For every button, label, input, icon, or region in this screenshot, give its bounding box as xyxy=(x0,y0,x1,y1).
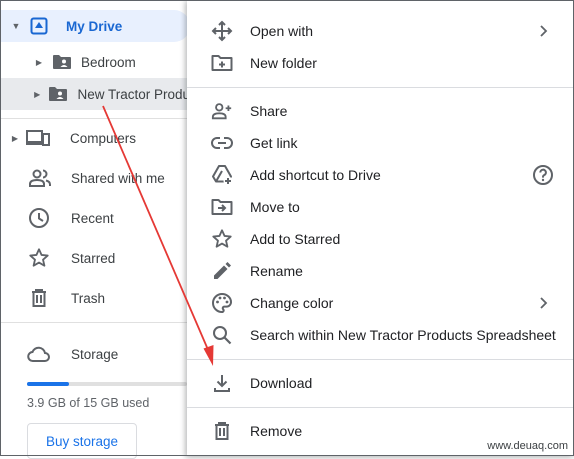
menu-item-label: Open with xyxy=(250,23,314,39)
menu-item-download[interactable]: Download xyxy=(187,367,574,399)
sidebar-item-label: Starred xyxy=(71,250,116,266)
menu-item-label: Change color xyxy=(250,295,334,311)
menu-item-label: Rename xyxy=(250,263,303,279)
storage-usage-text: 3.9 GB of 15 GB used xyxy=(27,396,150,410)
link-icon xyxy=(211,132,233,154)
menu-item-label: Download xyxy=(250,375,313,391)
storage-progress-bar xyxy=(27,382,187,386)
cloud-icon xyxy=(27,345,51,363)
add-person-icon xyxy=(211,100,233,122)
sidebar-item-label: Trash xyxy=(71,290,106,306)
sidebar-item-trash[interactable]: Trash xyxy=(0,282,190,314)
my-drive-label: My Drive xyxy=(66,18,123,34)
folder-label: New Tractor Produ xyxy=(77,86,190,102)
menu-item-move-to[interactable]: Move to xyxy=(187,191,574,223)
menu-item-add-to-starred[interactable]: Add to Starred xyxy=(187,223,574,255)
folder-row-bedroom[interactable]: ▶ Bedroom xyxy=(0,46,190,78)
chevron-right-icon xyxy=(532,20,554,42)
folder-label: Bedroom xyxy=(81,54,136,70)
menu-item-share[interactable]: Share xyxy=(187,95,574,127)
context-menu: Open with New folder Share Get link Add … xyxy=(187,0,574,456)
add-shortcut-icon xyxy=(211,164,233,186)
sidebar-item-shared-with-me[interactable]: Shared with me xyxy=(0,162,190,194)
computers-icon xyxy=(26,128,50,148)
drive-icon xyxy=(28,15,50,37)
star-icon xyxy=(28,247,50,269)
menu-item-label: Share xyxy=(250,103,288,119)
sidebar-item-recent[interactable]: Recent xyxy=(0,202,190,234)
menu-separator xyxy=(187,87,574,88)
caret-down-icon[interactable]: ▼ xyxy=(10,21,22,31)
move-arrows-icon xyxy=(211,20,233,42)
shared-with-me-icon xyxy=(28,168,52,188)
pencil-icon xyxy=(211,260,233,282)
search-icon xyxy=(211,324,233,346)
menu-item-label: Remove xyxy=(250,423,303,439)
menu-separator xyxy=(187,359,574,360)
sidebar-item-label: Recent xyxy=(71,210,114,226)
menu-item-label: Get link xyxy=(250,135,298,151)
menu-item-search-within[interactable]: Search within New Tractor Products Sprea… xyxy=(187,319,574,351)
storage-progress-fill xyxy=(27,382,69,386)
sidebar-divider xyxy=(0,322,190,323)
move-to-folder-icon xyxy=(211,196,233,218)
menu-item-open-with[interactable]: Open with xyxy=(187,15,574,47)
caret-right-icon[interactable]: ▶ xyxy=(34,58,44,67)
menu-item-label: New folder xyxy=(250,55,317,71)
sidebar-item-computers[interactable]: ▶ Computers xyxy=(0,122,190,154)
caret-right-icon[interactable]: ▶ xyxy=(34,90,40,99)
sidebar: ▼ My Drive ▶ Bedroom ▶ New Tractor Produ… xyxy=(0,0,190,459)
clock-icon xyxy=(28,207,50,229)
buy-storage-button[interactable]: Buy storage xyxy=(27,423,137,459)
download-icon xyxy=(211,372,233,394)
caret-right-icon[interactable]: ▶ xyxy=(10,134,20,143)
menu-separator xyxy=(187,407,574,408)
menu-item-new-folder[interactable]: New folder xyxy=(187,47,574,79)
sidebar-item-starred[interactable]: Starred xyxy=(0,242,190,274)
sidebar-item-label: Shared with me xyxy=(71,170,165,186)
watermark: www.deuaq.com xyxy=(487,440,568,452)
menu-item-change-color[interactable]: Change color xyxy=(187,287,574,319)
menu-item-get-link[interactable]: Get link xyxy=(187,127,574,159)
sidebar-item-label: Computers xyxy=(70,130,137,146)
menu-item-label: Move to xyxy=(250,199,300,215)
sidebar-item-storage[interactable]: Storage xyxy=(0,338,190,370)
new-folder-icon xyxy=(211,52,233,74)
trash-icon xyxy=(28,287,50,309)
menu-item-add-shortcut[interactable]: Add shortcut to Drive xyxy=(187,159,574,191)
storage-label: Storage xyxy=(71,346,119,362)
sidebar-divider xyxy=(0,118,190,119)
sidebar-item-my-drive[interactable]: ▼ My Drive xyxy=(0,10,190,42)
star-outline-icon xyxy=(211,228,233,250)
menu-item-label: Search within New Tractor Products Sprea… xyxy=(250,327,556,343)
menu-item-label: Add shortcut to Drive xyxy=(250,167,381,183)
folder-row-new-tractor[interactable]: ▶ New Tractor Produ xyxy=(0,78,190,110)
help-icon[interactable] xyxy=(532,164,554,186)
shared-folder-icon xyxy=(52,54,72,70)
palette-icon xyxy=(211,292,233,314)
shared-folder-icon xyxy=(48,86,68,102)
trash-icon xyxy=(211,420,233,442)
menu-item-rename[interactable]: Rename xyxy=(187,255,574,287)
menu-item-label: Add to Starred xyxy=(250,231,341,247)
chevron-right-icon xyxy=(532,292,554,314)
